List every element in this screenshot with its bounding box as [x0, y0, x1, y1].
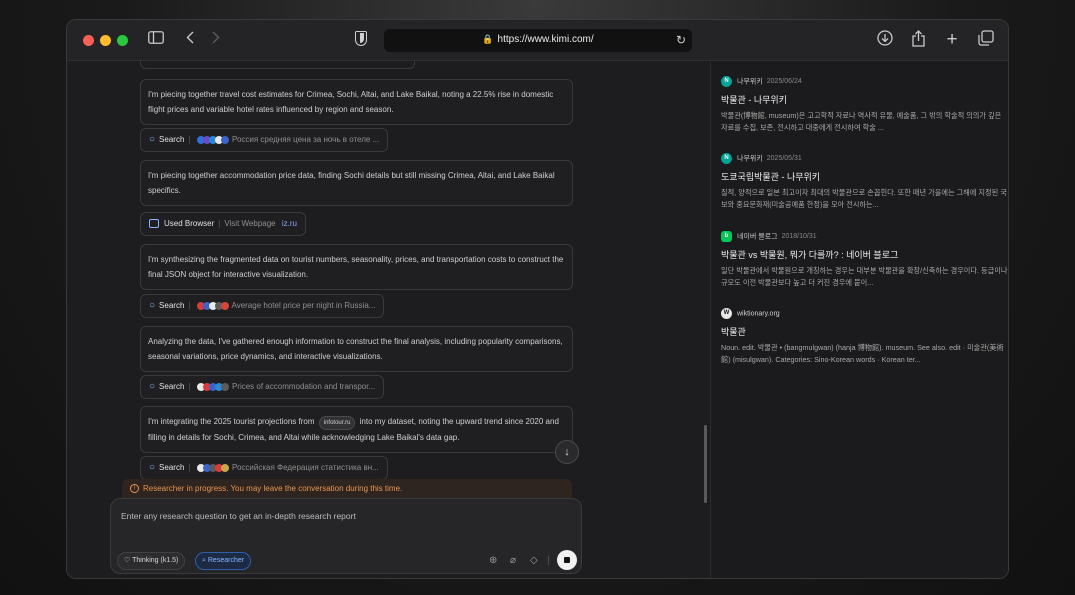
- divider: |: [547, 555, 550, 566]
- result-date: 2025/05/31: [766, 155, 802, 163]
- source-favicons: [196, 295, 229, 317]
- stop-button[interactable]: [557, 550, 577, 570]
- source-favicons: [196, 129, 229, 151]
- result-snippet: Noun. edit. 박물관 • (bangmulgwan) (hanja 博…: [721, 343, 1004, 364]
- research-input[interactable]: Enter any research question to get an in…: [121, 511, 356, 521]
- result-title[interactable]: 도쿄국립박물관 - 나무위키: [721, 170, 1008, 183]
- thought-message: I'm piecing together travel cost estimat…: [140, 79, 573, 125]
- thought-message: I'm piecing together accommodation price…: [140, 160, 573, 206]
- result-source: 나무위키: [737, 155, 763, 163]
- shield-icon[interactable]: [355, 31, 367, 46]
- zoom-window-button[interactable]: [117, 35, 128, 46]
- sidebar-icon[interactable]: [147, 30, 165, 50]
- download-icon[interactable]: [876, 30, 894, 50]
- browser-action: Visit Webpage: [224, 219, 276, 228]
- search-step[interactable]: ○ Search | Российская Федерация статистика…: [140, 456, 388, 480]
- search-result[interactable]: b 네이버 블로그 2018/10/31 박물관 vs 박물원, 뭐가 다를까? :…: [721, 231, 1008, 289]
- search-label: Search: [159, 463, 185, 473]
- new-tab-icon[interactable]: +: [944, 30, 960, 50]
- search-label: Search: [159, 301, 185, 311]
- thought-message: I'm integrating the 2025 tourist project…: [140, 406, 573, 453]
- url-text: https://www.kimi.com/: [497, 34, 594, 45]
- thought-message: I'm synthesizing the fragmented data on …: [140, 244, 573, 290]
- result-date: 2018/10/31: [781, 233, 817, 241]
- cube-icon[interactable]: ◇: [530, 555, 538, 567]
- result-snippet: 일단 박물관에서 박물원으로 개칭하는 경우는 대부분 박물관을 확장/신축하는…: [721, 266, 1008, 287]
- source-favicons: [196, 376, 229, 398]
- thinking-mode-label: Thinking (k1.5): [132, 557, 179, 564]
- result-snippet: 질적, 양적으로 일본 최고이자 최대의 박물관으로 손꼽힌다. 또한 매년 가…: [721, 188, 1007, 209]
- share-icon[interactable]: [910, 30, 926, 50]
- search-icon: ○: [149, 381, 156, 393]
- result-date: 2025/06/24: [766, 78, 802, 86]
- tabs-icon[interactable]: [978, 30, 994, 50]
- browser-step[interactable]: Used Browser | Visit Webpage iz.ru: [140, 212, 306, 236]
- minimize-window-button[interactable]: [100, 35, 111, 46]
- chat-panel: I'm piecing together travel cost estimat…: [67, 61, 709, 578]
- source-chip[interactable]: infotour.ru: [318, 416, 356, 430]
- thought-text: I'm piecing together accommodation price…: [148, 171, 555, 195]
- browser-label: Used Browser: [164, 219, 215, 228]
- search-icon: ○: [149, 300, 156, 312]
- thought-text: I'm integrating the 2025 tourist project…: [148, 417, 315, 426]
- search-label: Search: [159, 382, 185, 392]
- search-result[interactable]: N 나무위키 2025/05/31 도쿄국립박물관 - 나무위키 질적, 양적으로 …: [721, 153, 1008, 211]
- attach-icon[interactable]: ⌀: [510, 555, 516, 567]
- thought-text: Analyzing the data, I've gathered enough…: [148, 337, 563, 361]
- result-source: 네이버 블로그: [737, 233, 778, 241]
- close-window-button[interactable]: [83, 35, 94, 46]
- thought-text: I'm piecing together travel cost estimat…: [148, 90, 554, 114]
- wiktionary-icon: W: [721, 308, 732, 319]
- thought-text: I'm synthesizing the fragmented data on …: [148, 255, 564, 279]
- scrollbar[interactable]: [704, 425, 707, 503]
- naver-blog-icon: b: [721, 231, 732, 242]
- result-source: 나무위키: [737, 78, 763, 86]
- search-query: Average hotel price per night in Russia.…: [231, 301, 376, 311]
- search-result[interactable]: Wwiktionary.org 박물관 Noun. edit. 박물관 • (b…: [721, 308, 1008, 366]
- visited-site-link[interactable]: iz.ru: [282, 219, 297, 228]
- browser-window: 🔒 https://www.kimi.com/ ↻ + I'm piecing t…: [66, 19, 1009, 579]
- result-title[interactable]: 박물관 - 나무위키: [721, 93, 1008, 106]
- thought-message: Analyzing the data, I've gathered enough…: [140, 326, 573, 372]
- search-step[interactable]: ○ Search | Россия средняя цена за ночь в о…: [140, 128, 389, 152]
- chat-composer[interactable]: Enter any research question to get an in…: [110, 498, 582, 574]
- search-label: Search: [159, 135, 185, 145]
- globe-icon[interactable]: ⊕: [489, 555, 497, 567]
- bulb-icon: ♡: [124, 557, 133, 564]
- lock-icon: 🔒: [482, 34, 494, 44]
- reload-icon[interactable]: ↻: [676, 33, 686, 47]
- namuwiki-icon: N: [721, 76, 732, 87]
- search-results-panel: N 나무위키 2025/06/24 박물관 - 나무위키 박물관(博物館, muse…: [710, 61, 1008, 578]
- result-snippet: 박물관(博物館, museum)은 고고학적 자료나 역사적 유물, 예술품, …: [721, 111, 1002, 132]
- forward-icon[interactable]: [209, 30, 223, 50]
- source-favicons: [196, 457, 229, 479]
- thinking-mode-button[interactable]: ♡ Thinking (k1.5): [117, 552, 186, 570]
- search-query: Российская Федерация статистика вн...: [231, 463, 379, 473]
- browser-toolbar: 🔒 https://www.kimi.com/ ↻ +: [67, 20, 1008, 61]
- search-result[interactable]: N 나무위키 2025/06/24 박물관 - 나무위키 박물관(博物館, muse…: [721, 76, 1008, 134]
- search-icon: ○: [149, 462, 156, 474]
- search-query: Prices of accommodation and transpor...: [231, 382, 376, 392]
- address-bar[interactable]: 🔒 https://www.kimi.com/ ↻: [384, 29, 692, 52]
- search-step[interactable]: ○ Search | Average hotel price per night i…: [140, 294, 385, 318]
- search-step[interactable]: ○ Search | Prices of accommodation and tra…: [140, 375, 385, 399]
- notice-text: Researcher in progress. You may leave th…: [143, 484, 403, 493]
- previous-message-edge: [140, 61, 415, 69]
- researcher-mode-button[interactable]: ⌕ Researcher: [195, 552, 252, 570]
- browser-icon: [149, 219, 159, 229]
- result-title[interactable]: 박물관: [721, 325, 1008, 338]
- result-title[interactable]: 박물관 vs 박물원, 뭐가 다를까? : 네이버 블로그: [721, 248, 1008, 261]
- back-icon[interactable]: [183, 30, 197, 50]
- search-query: Россия средняя цена за ночь в отеле ...: [231, 135, 380, 145]
- researcher-mode-label: Researcher: [207, 557, 245, 564]
- warning-icon: !: [130, 484, 139, 494]
- namuwiki-icon: N: [721, 153, 732, 164]
- scroll-down-button[interactable]: ↓: [555, 440, 579, 464]
- search-icon: ○: [149, 134, 156, 146]
- result-source: wiktionary.org: [737, 310, 780, 318]
